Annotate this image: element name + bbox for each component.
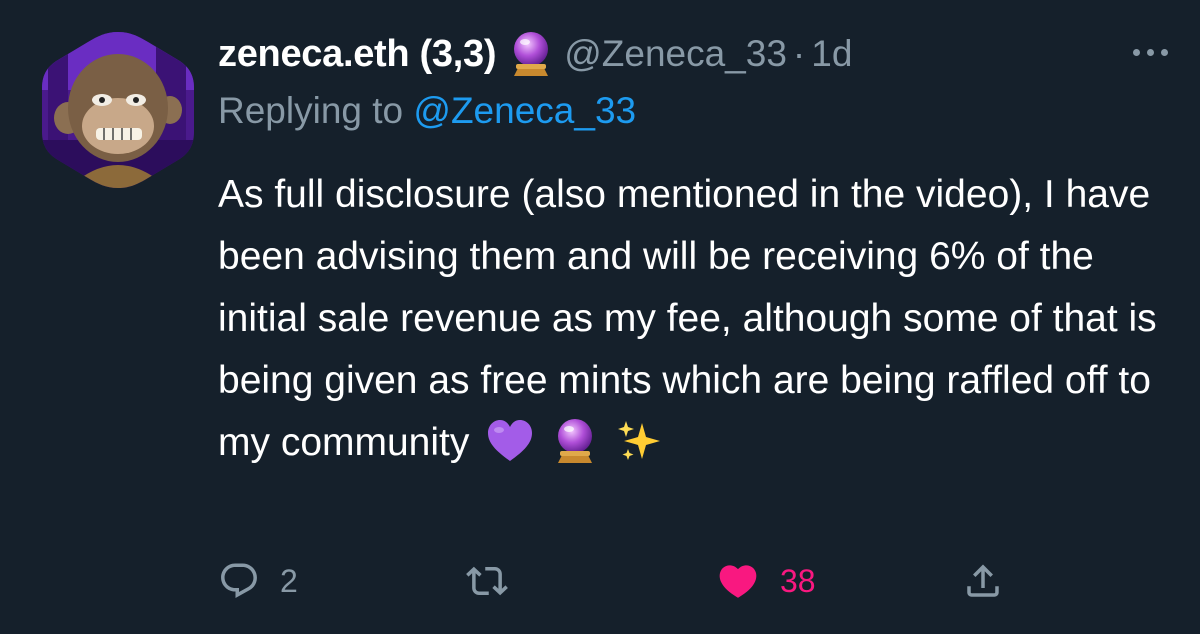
purple-heart-icon: [486, 417, 534, 465]
share-button[interactable]: [962, 556, 1004, 606]
tweet-header: zeneca.eth (3,3) @Zeneca_33 · 1d: [218, 24, 852, 84]
reply-icon: [218, 560, 260, 602]
replying-handle-link[interactable]: @Zeneca_33: [413, 90, 636, 131]
like-button[interactable]: 38: [716, 556, 816, 606]
heart-icon: [716, 559, 760, 603]
replying-prefix: Replying to: [218, 90, 404, 131]
tweet-text: As full disclosure (also mentioned in th…: [218, 164, 1178, 474]
more-dot: [1146, 48, 1154, 56]
sparkles-icon: [616, 417, 664, 465]
crystal-ball-icon: [551, 417, 599, 465]
display-name[interactable]: zeneca.eth (3,3): [218, 33, 497, 76]
tweet[interactable]: zeneca.eth (3,3) @Zeneca_33 · 1d Replyin…: [0, 0, 1200, 634]
timestamp[interactable]: 1d: [811, 33, 852, 75]
like-count: 38: [780, 562, 816, 599]
tweet-actions: 2 38: [218, 556, 1178, 606]
more-options-button[interactable]: [1120, 40, 1180, 64]
separator: ·: [792, 33, 806, 74]
retweet-button[interactable]: [466, 556, 508, 606]
crystal-ball-icon: [510, 30, 552, 78]
more-dot: [1160, 48, 1168, 56]
avatar[interactable]: [38, 30, 198, 190]
reply-count: 2: [280, 562, 298, 599]
retweet-icon: [466, 560, 508, 602]
share-icon: [962, 560, 1004, 602]
more-dot: [1132, 48, 1140, 56]
tweet-body: As full disclosure (also mentioned in th…: [218, 173, 1157, 464]
replying-to: Replying to @Zeneca_33: [218, 90, 636, 132]
reply-button[interactable]: 2: [218, 556, 298, 606]
user-handle[interactable]: @Zeneca_33: [564, 33, 787, 75]
